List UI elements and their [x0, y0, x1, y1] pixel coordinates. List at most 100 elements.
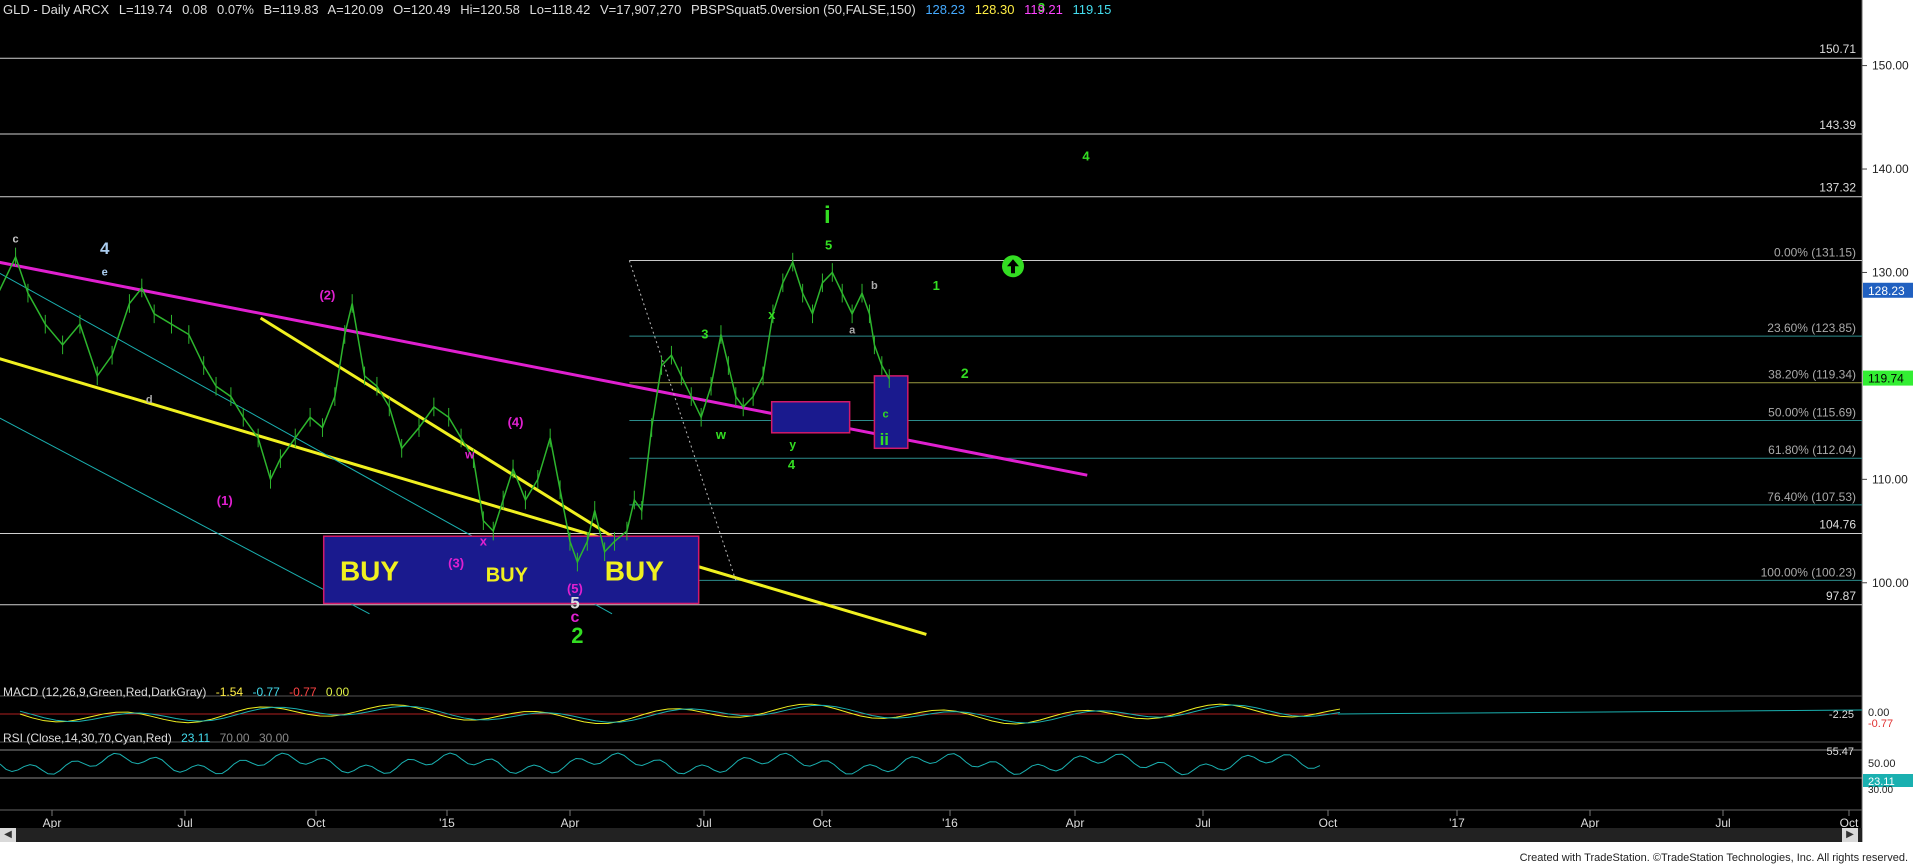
low-value: Lo=118.42: [529, 2, 591, 17]
wave-label: 2: [571, 623, 583, 648]
change-percent: 0.07%: [217, 2, 254, 17]
last-price: L=119.74: [118, 2, 173, 17]
wave-label: e: [102, 267, 108, 279]
buy-label: BUY: [340, 556, 399, 587]
high-value: Hi=120.58: [460, 2, 520, 17]
rsi-line: [0, 752, 1321, 776]
rsi-value-2: 70.00: [219, 731, 250, 745]
bid-value: B=119.83: [263, 2, 319, 17]
wave-label: c: [882, 408, 888, 420]
x-tick-label: Jul: [1195, 816, 1210, 830]
price-tag-label: 128.23: [1868, 284, 1905, 298]
scrollbar-track: [0, 828, 1862, 842]
x-tick-label: Oct: [813, 816, 832, 830]
fib-label: 61.80% (112.04): [1768, 443, 1856, 457]
wave-label: a: [849, 324, 856, 336]
x-tick-label: Jul: [177, 816, 192, 830]
magenta-trend-line: [0, 260, 1088, 477]
fib-label: 50.00% (115.69): [1768, 405, 1856, 419]
x-tick-label: Apr: [43, 816, 62, 830]
wave-label: 3: [701, 327, 708, 342]
wave-label: 4: [788, 457, 796, 472]
macd-value-1: -1.54: [215, 685, 244, 699]
cyan-trend-line: [0, 417, 370, 615]
rsi-level-label: 55.47: [1826, 746, 1854, 758]
wave-label: (3): [448, 555, 464, 570]
rsi-label: RSI (Close,14,30,70,Cyan,Red): [3, 731, 172, 745]
macd-value-2: -0.77: [252, 685, 280, 699]
rsi-axis-label: 30.00: [1868, 785, 1893, 796]
buy-label: BUY: [486, 565, 529, 587]
wave-label: w: [715, 427, 727, 442]
y-tick-label: 110.00: [1872, 472, 1908, 486]
study-value-1: 128.23: [925, 2, 966, 17]
rsi-value-3: 30.00: [258, 731, 289, 745]
wave-label: y: [789, 437, 796, 451]
x-tick-label: '15: [439, 816, 455, 830]
wave-label: 2: [961, 365, 969, 381]
level-label: 143.39: [1819, 118, 1856, 132]
fib-label: 76.40% (107.53): [1767, 490, 1856, 504]
macd-level-label: -2.25: [1829, 709, 1854, 721]
wave-label: 1: [933, 278, 940, 293]
x-tick-label: Oct: [307, 816, 326, 830]
x-tick-label: Apr: [1581, 816, 1600, 830]
level-label: 150.71: [1819, 42, 1856, 56]
wave-label: i: [824, 202, 831, 229]
level-label: 137.32: [1819, 181, 1856, 195]
x-tick-label: Oct: [1319, 816, 1338, 830]
footer-bar: Created with TradeStation. ©TradeStation…: [0, 842, 1914, 866]
y-tick-label: 150.00: [1872, 59, 1909, 73]
wave-label: d: [146, 394, 153, 406]
x-tick-label: Jul: [696, 816, 711, 830]
macd-tag-label: -0.77: [1868, 718, 1893, 730]
wave-label: w: [464, 448, 475, 462]
x-tick-label: Apr: [561, 816, 580, 830]
study-value-3: 119.21: [1024, 2, 1063, 17]
last-price-label: 119.74: [1868, 372, 1904, 386]
wave-label: 5: [825, 238, 832, 253]
fib-label: 100.00% (100.23): [1761, 565, 1856, 579]
study-label: PBSPSquat5.0version (50,FALSE,150): [690, 2, 916, 17]
y-tick-label: 100.00: [1872, 576, 1909, 590]
scroll-left-button[interactable]: ◀: [0, 828, 16, 842]
volume-value: V=17,907,270: [599, 2, 682, 17]
change-value: 0.08: [182, 2, 208, 17]
yellow-trend-line: [259, 316, 638, 554]
rsi-axis-label: 50.00: [1868, 758, 1896, 770]
wave-label: (4): [508, 415, 524, 430]
wave-label: 4: [1082, 149, 1090, 164]
credit-text: Created with TradeStation. ©TradeStation…: [1519, 852, 1908, 864]
x-tick-label: Apr: [1066, 816, 1085, 830]
buy-label: BUY: [605, 556, 664, 587]
wave-label: c: [13, 233, 19, 245]
fib-label: 23.60% (123.85): [1767, 321, 1856, 335]
x-tick-label: '16: [942, 816, 958, 830]
macd-value-4: 0.00: [325, 685, 350, 699]
y-tick-label: 130.00: [1872, 265, 1909, 279]
symbol-label: GLD - Daily ARCX: [3, 2, 110, 17]
macd-trend-line: [1337, 709, 1863, 715]
x-tick-label: '17: [1449, 816, 1465, 830]
x-tick-label: Jul: [1715, 816, 1730, 830]
wave-label: x: [480, 534, 488, 549]
wave-label: ii: [880, 430, 889, 449]
chart-header: GLD - Daily ARCX L=119.74 0.08 0.07% B=1…: [3, 2, 1117, 17]
macd-label: MACD (12,26,9,Green,Red,DarkGray): [3, 685, 207, 699]
support-zone: [770, 401, 851, 434]
rsi-header: RSI (Close,14,30,70,Cyan,Red) 23.11 70.0…: [3, 731, 295, 745]
level-label: 104.76: [1819, 518, 1856, 532]
wave-label: (2): [319, 287, 335, 302]
fib-label: 38.20% (119.34): [1768, 368, 1856, 382]
ask-value: A=120.09: [327, 2, 384, 17]
study-value-2: 128.30: [974, 2, 1015, 17]
fib-label: 0.00% (131.15): [1774, 246, 1856, 260]
macd-value-3: -0.77: [289, 685, 317, 699]
wave-label: b: [871, 280, 878, 292]
study-value-4: 119.15: [1072, 2, 1112, 17]
scroll-right-button[interactable]: ▶: [1842, 828, 1858, 842]
level-label: 97.87: [1826, 589, 1856, 603]
y-tick-label: 140.00: [1872, 162, 1909, 176]
open-value: O=120.49: [393, 2, 451, 17]
macd-header: MACD (12,26,9,Green,Red,DarkGray) -1.54 …: [3, 685, 355, 699]
